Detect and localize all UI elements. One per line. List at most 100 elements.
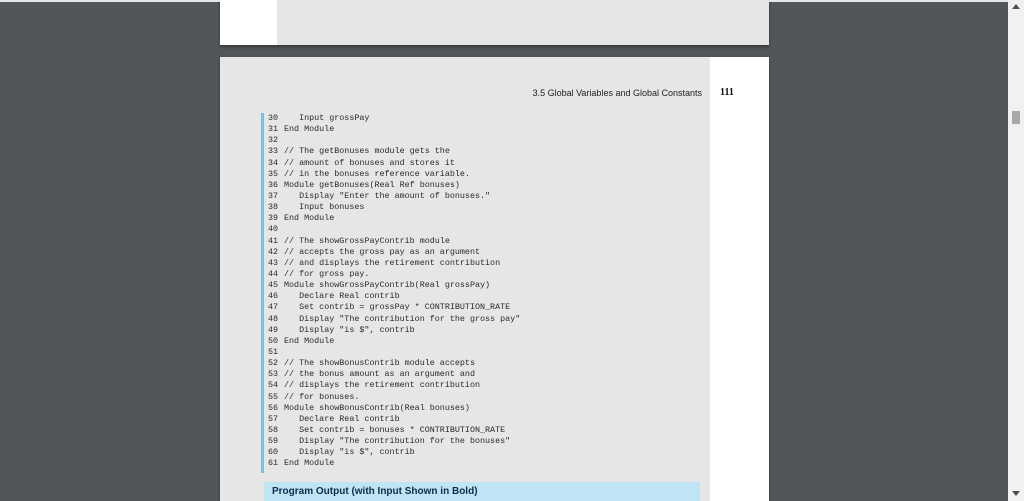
code-text: // The showGrossPayContrib module <box>284 235 450 246</box>
line-number: 43 <box>268 257 279 268</box>
line-number: 39 <box>268 213 279 224</box>
code-text: Display "is $", contrib <box>284 447 415 458</box>
code-text: Display "The contribution for the bonuse… <box>284 436 511 447</box>
code-line: 46 Declare Real contrib <box>268 291 708 302</box>
code-text: End Module <box>284 213 335 224</box>
code-line: 49 Display "is $", contrib <box>268 325 708 336</box>
code-text: End Module <box>284 124 335 135</box>
line-number: 57 <box>268 413 279 424</box>
line-number: 36 <box>268 179 279 190</box>
code-line: 38 Input bonuses <box>268 202 708 213</box>
code-text: // for bonuses. <box>284 391 360 402</box>
line-number: 34 <box>268 157 279 168</box>
code-text: // in the bonuses reference variable. <box>284 168 470 179</box>
line-number: 46 <box>268 291 279 302</box>
document-page: 3.5 Global Variables and Global Constant… <box>220 57 769 501</box>
code-text: // accepts the gross pay as an argument <box>284 246 481 257</box>
code-line: 53 // the bonus amount as an argument and <box>268 369 708 380</box>
code-line: 59 Display "The contribution for the bon… <box>268 436 708 447</box>
line-number: 35 <box>268 168 279 179</box>
line-number: 41 <box>268 235 279 246</box>
code-line: 35 // in the bonuses reference variable. <box>268 169 708 180</box>
code-text: // and displays the retirement contribut… <box>284 257 501 268</box>
code-line: 37 Display "Enter the amount of bonuses.… <box>268 191 708 202</box>
scroll-down-arrow-icon[interactable] <box>1012 491 1020 496</box>
code-line: 44 // for gross pay. <box>268 269 708 280</box>
line-number: 55 <box>268 391 279 402</box>
code-text: Set contrib = grossPay * CONTRIBUTION_RA… <box>284 302 511 313</box>
line-number: 58 <box>268 424 279 435</box>
code-line: 43 // and displays the retirement contrib… <box>268 258 708 269</box>
code-text: // The showBonusContrib module accepts <box>284 358 475 369</box>
code-line: 56 Module showBonusContrib(Real bonuses) <box>268 403 708 414</box>
code-text: Display "Enter the amount of bonuses." <box>284 190 491 201</box>
code-text: Module getBonuses(Real Ref bonuses) <box>284 179 460 190</box>
code-listing-bar <box>261 113 264 473</box>
previous-page-margin <box>220 0 277 45</box>
code-line: 33 // The getBonuses module gets the <box>268 146 708 157</box>
program-output-banner: Program Output (with Input Shown in Bold… <box>264 482 700 501</box>
code-text: Display "is $", contrib <box>284 324 415 335</box>
code-line: 45 Module showGrossPayContrib(Real grossP… <box>268 280 708 291</box>
line-number: 40 <box>268 224 279 235</box>
scrollbar-thumb[interactable] <box>1012 111 1020 124</box>
code-text: End Module <box>284 458 335 469</box>
code-line: 30 Input grossPay <box>268 113 708 124</box>
page-right-margin <box>710 57 769 501</box>
line-number: 53 <box>268 369 279 380</box>
line-number: 54 <box>268 380 279 391</box>
code-line: 54 // displays the retirement contributio… <box>268 380 708 391</box>
code-text: Module showBonusContrib(Real bonuses) <box>284 402 470 413</box>
code-line: 58 Set contrib = bonuses * CONTRIBUTION_… <box>268 425 708 436</box>
line-number: 60 <box>268 447 279 458</box>
line-number: 44 <box>268 268 279 279</box>
line-number: 30 <box>268 113 279 123</box>
line-number: 32 <box>268 135 279 146</box>
code-line: 57 Declare Real contrib <box>268 414 708 425</box>
code-text: // for gross pay. <box>284 268 370 279</box>
code-line: 51 <box>268 347 708 358</box>
code-text: Module showGrossPayContrib(Real grossPay… <box>284 280 491 291</box>
code-text: Set contrib = bonuses * CONTRIBUTION_RAT… <box>284 424 506 435</box>
code-text: End Module <box>284 335 335 346</box>
running-header-title: 3.5 Global Variables and Global Constant… <box>532 88 702 98</box>
line-number: 61 <box>268 458 279 469</box>
page-number: 111 <box>720 87 734 98</box>
scroll-up-arrow-icon[interactable] <box>1012 4 1020 9</box>
vertical-scrollbar[interactable] <box>1008 0 1024 501</box>
code-line: 55 // for bonuses. <box>268 392 708 403</box>
line-number: 52 <box>268 358 279 369</box>
code-line: 61 End Module <box>268 458 708 469</box>
code-text: Input grossPay <box>284 113 370 123</box>
code-text: Declare Real contrib <box>284 291 400 302</box>
line-number: 48 <box>268 313 279 324</box>
code-line: 40 <box>268 224 708 235</box>
code-text: Declare Real contrib <box>284 413 400 424</box>
code-text: Input bonuses <box>284 202 365 213</box>
code-line: 34 // amount of bonuses and stores it <box>268 158 708 169</box>
line-number: 31 <box>268 124 279 135</box>
code-line: 52 // The showBonusContrib module accepts <box>268 358 708 369</box>
code-text: // amount of bonuses and stores it <box>284 157 455 168</box>
line-number: 56 <box>268 402 279 413</box>
line-number: 59 <box>268 436 279 447</box>
line-number: 49 <box>268 324 279 335</box>
code-line: 50 End Module <box>268 336 708 347</box>
code-line: 32 <box>268 135 708 146</box>
line-number: 38 <box>268 202 279 213</box>
code-line: 36 Module getBonuses(Real Ref bonuses) <box>268 180 708 191</box>
code-line: 47 Set contrib = grossPay * CONTRIBUTION… <box>268 302 708 313</box>
code-text: // The getBonuses module gets the <box>284 146 450 157</box>
code-line: 41 // The showGrossPayContrib module <box>268 236 708 247</box>
code-line: 48 Display "The contribution for the gro… <box>268 314 708 325</box>
code-line: 42 // accepts the gross pay as an argumen… <box>268 247 708 258</box>
line-number: 51 <box>268 346 279 357</box>
code-line: 39 End Module <box>268 213 708 224</box>
code-listing: 30 Input grossPay 31 End Module 32 33// The … <box>268 113 708 470</box>
line-number: 42 <box>268 246 279 257</box>
code-line: 31 End Module <box>268 124 708 135</box>
program-output-title: Program Output (with Input Shown in Bold… <box>272 486 478 497</box>
previous-page <box>220 0 769 45</box>
line-number: 37 <box>268 190 279 201</box>
line-number: 47 <box>268 302 279 313</box>
